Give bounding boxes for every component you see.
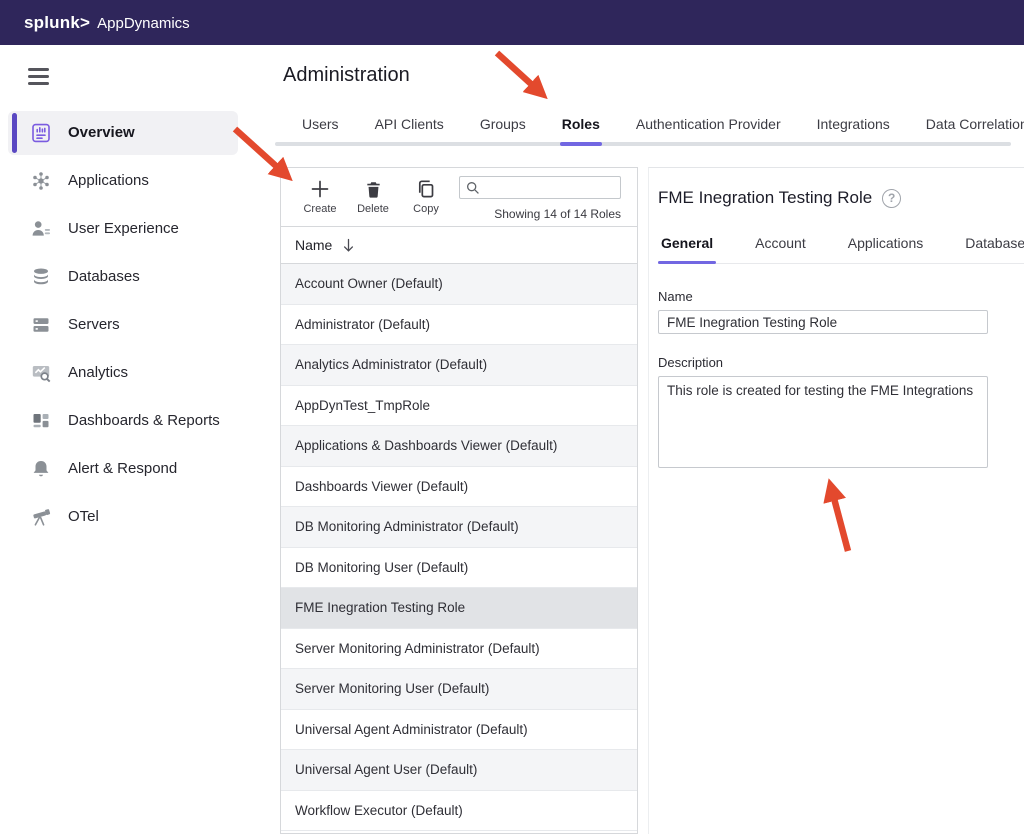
sidebar-item-applications[interactable]: Applications [8, 159, 238, 203]
role-detail-tab-bar: General Account Applications Databases [658, 235, 1024, 264]
sidebar-item-dashboards-reports[interactable]: Dashboards & Reports [8, 399, 238, 443]
sidebar: Overview Applications User Experience Da… [0, 45, 260, 835]
sidebar-item-label: Analytics [68, 364, 128, 381]
admin-tab-groups[interactable]: Groups [478, 116, 528, 146]
sidebar-item-label: User Experience [68, 220, 179, 237]
sidebar-item-label: Databases [68, 268, 140, 285]
sidebar-item-otel[interactable]: OTel [8, 495, 238, 539]
description-field-label: Description [658, 355, 1024, 370]
plus-icon [295, 176, 345, 202]
role-tab-account[interactable]: Account [752, 235, 809, 264]
sidebar-item-databases[interactable]: Databases [8, 255, 238, 299]
role-row-analytics-administrator-default[interactable]: Analytics Administrator (Default) [281, 345, 637, 386]
role-description-textarea[interactable]: This role is created for testing the FME… [658, 376, 988, 468]
otel-icon [30, 506, 52, 528]
top-bar: splunk> AppDynamics [0, 0, 1024, 45]
role-detail-title: FME Inegration Testing Role [658, 188, 872, 208]
role-row-universal-agent-user-default[interactable]: Universal Agent User (Default) [281, 750, 637, 791]
sidebar-item-analytics[interactable]: Analytics [8, 351, 238, 395]
servers-icon [30, 314, 52, 336]
sidebar-item-label: Applications [68, 172, 149, 189]
roles-list: Account Owner (Default) Administrator (D… [281, 264, 637, 833]
splunk-appdynamics-logo: splunk> AppDynamics [24, 13, 190, 33]
trash-icon [348, 176, 398, 202]
roles-search-input[interactable] [459, 176, 621, 199]
admin-tab-users[interactable]: Users [300, 116, 341, 146]
copy-icon [401, 176, 451, 202]
admin-tab-roles[interactable]: Roles [560, 116, 602, 146]
main-content: Administration Users API Clients Groups … [260, 45, 1024, 835]
role-row-db-monitoring-user-default[interactable]: DB Monitoring User (Default) [281, 548, 637, 589]
showing-count-text: Showing 14 of 14 Roles [459, 207, 621, 221]
hamburger-menu-icon[interactable] [28, 68, 49, 85]
sidebar-item-label: Alert & Respond [68, 460, 177, 477]
create-button[interactable]: Create [295, 176, 345, 215]
role-row-account-owner-default[interactable]: Account Owner (Default) [281, 264, 637, 305]
panels-row: Create Delete Copy [280, 167, 1024, 834]
role-row-fme-inegration-testing-role[interactable]: FME Inegration Testing Role [281, 588, 637, 629]
sidebar-item-label: OTel [68, 508, 99, 525]
role-row-appdyntest-tmprole[interactable]: AppDynTest_TmpRole [281, 386, 637, 427]
admin-tab-api-clients[interactable]: API Clients [373, 116, 446, 146]
role-row-db-monitoring-administrator-default[interactable]: DB Monitoring Administrator (Default) [281, 507, 637, 548]
appdynamics-logo-text: AppDynamics [97, 15, 190, 32]
role-row-server-monitoring-administrator-default[interactable]: Server Monitoring Administrator (Default… [281, 629, 637, 670]
overview-icon [30, 122, 52, 144]
user-experience-icon [30, 218, 52, 240]
name-column-header[interactable]: Name [281, 227, 637, 264]
splunk-logo-text: splunk> [24, 13, 90, 33]
admin-tab-integrations[interactable]: Integrations [815, 116, 892, 146]
delete-button[interactable]: Delete [348, 176, 398, 215]
admin-tab-bar: Users API Clients Groups Roles Authentic… [260, 99, 1024, 146]
analytics-icon [30, 362, 52, 384]
sidebar-item-servers[interactable]: Servers [8, 303, 238, 347]
role-detail-panel: FME Inegration Testing Role ? General Ac… [648, 167, 1024, 834]
roles-toolbar: Create Delete Copy [281, 168, 637, 227]
sidebar-item-user-experience[interactable]: User Experience [8, 207, 238, 251]
role-tab-applications[interactable]: Applications [845, 235, 927, 264]
sidebar-item-alert-respond[interactable]: Alert & Respond [8, 447, 238, 491]
roles-list-panel: Create Delete Copy [280, 167, 638, 834]
role-row-workflow-executor-default[interactable]: Workflow Executor (Default) [281, 791, 637, 832]
role-row-applications-dashboards-viewer-default[interactable]: Applications & Dashboards Viewer (Defaul… [281, 426, 637, 467]
help-icon[interactable]: ? [882, 189, 901, 208]
alert-icon [30, 458, 52, 480]
sidebar-item-label: Overview [68, 124, 135, 141]
copy-button[interactable]: Copy [401, 176, 451, 215]
sidebar-nav: Overview Applications User Experience Da… [0, 111, 260, 539]
roles-search-area: Showing 14 of 14 Roles [459, 176, 621, 221]
role-name-input[interactable] [658, 310, 988, 334]
admin-tab-authentication-provider[interactable]: Authentication Provider [634, 116, 783, 146]
search-icon [466, 181, 480, 200]
applications-icon [30, 170, 52, 192]
role-row-administrator-default[interactable]: Administrator (Default) [281, 305, 637, 346]
sidebar-item-overview[interactable]: Overview [8, 111, 238, 155]
sidebar-item-label: Dashboards & Reports [68, 412, 220, 429]
admin-tab-data-correlation[interactable]: Data Correlation [924, 116, 1024, 146]
dashboards-icon [30, 410, 52, 432]
role-row-dashboards-viewer-default[interactable]: Dashboards Viewer (Default) [281, 467, 637, 508]
role-row-server-monitoring-user-default[interactable]: Server Monitoring User (Default) [281, 669, 637, 710]
role-general-form: Name Description This role is created fo… [658, 289, 1024, 473]
role-tab-general[interactable]: General [658, 235, 716, 264]
databases-icon [30, 266, 52, 288]
sort-descending-icon[interactable] [342, 238, 355, 253]
page-title: Administration [283, 64, 1024, 87]
sidebar-item-label: Servers [68, 316, 120, 333]
name-field-label: Name [658, 289, 1024, 304]
role-row-universal-agent-administrator-default[interactable]: Universal Agent Administrator (Default) [281, 710, 637, 751]
role-tab-databases[interactable]: Databases [962, 235, 1024, 264]
